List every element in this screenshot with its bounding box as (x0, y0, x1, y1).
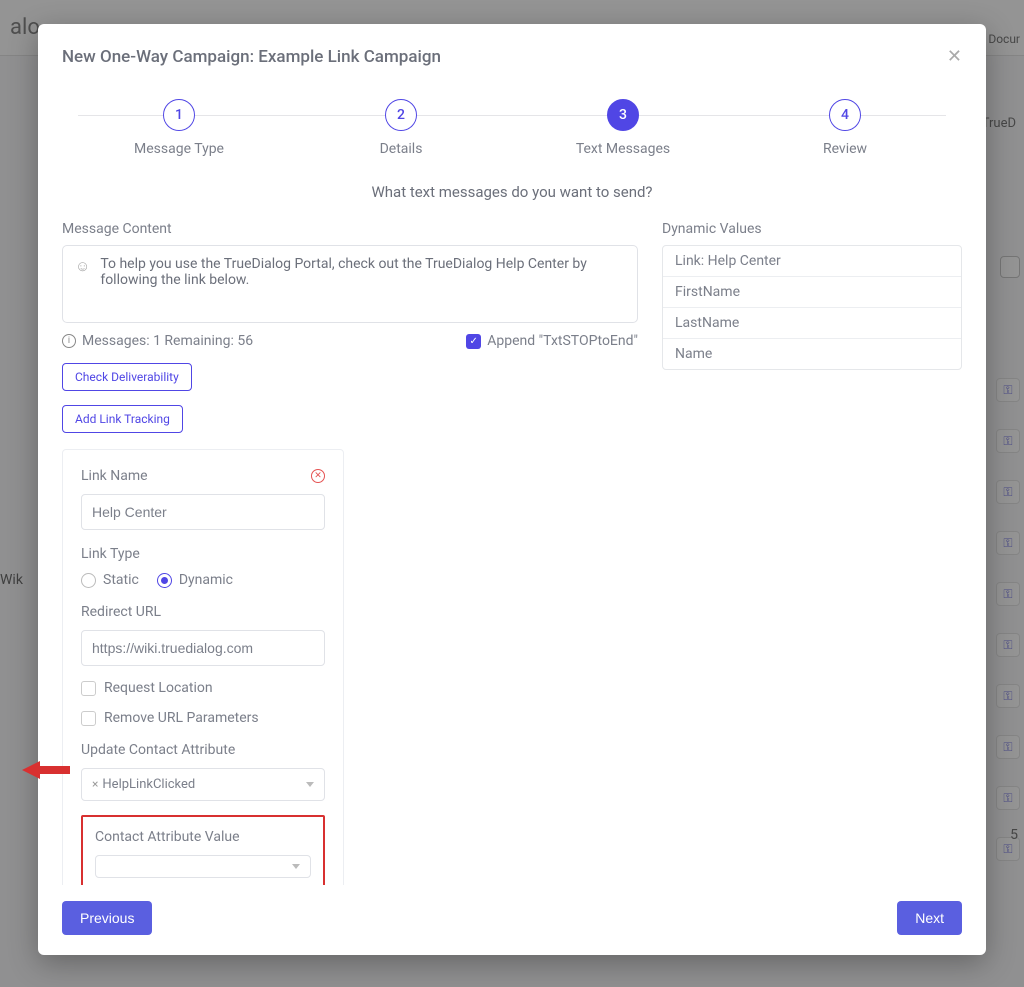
remove-link-icon[interactable]: ✕ (311, 469, 325, 483)
update-contact-attribute-select[interactable]: × HelpLinkClicked (81, 768, 325, 801)
modal-title: New One-Way Campaign: Example Link Campa… (62, 47, 441, 67)
dynamic-values-label: Dynamic Values (662, 221, 962, 237)
contact-attribute-value-select[interactable] (95, 855, 311, 878)
link-type-label: Link Type (81, 546, 325, 562)
radio-static[interactable]: Static (81, 572, 139, 588)
checkbox-label: Remove URL Parameters (104, 710, 259, 726)
annotation-arrow-icon (22, 759, 70, 781)
step-number: 4 (829, 99, 861, 131)
step-number: 3 (607, 99, 639, 131)
step-message-type[interactable]: 1 Message Type (68, 99, 290, 157)
redirect-url-label: Redirect URL (81, 604, 325, 620)
chevron-down-icon (292, 864, 300, 869)
step-text-messages[interactable]: 3 Text Messages (512, 99, 734, 157)
dynamic-value-item[interactable]: Name (663, 339, 961, 369)
checkbox-label: Request Location (104, 680, 213, 696)
previous-button[interactable]: Previous (62, 901, 152, 935)
add-link-tracking-button[interactable]: Add Link Tracking (62, 405, 183, 433)
step-label: Review (823, 141, 867, 157)
close-icon[interactable]: ✕ (947, 46, 962, 67)
redirect-url-input[interactable] (81, 630, 325, 666)
radio-label: Static (103, 572, 139, 588)
step-label: Details (380, 141, 423, 157)
append-checkbox-row[interactable]: ✓ Append "TxtSTOPtoEnd" (466, 333, 638, 349)
step-number: 1 (163, 99, 195, 131)
checkbox-empty-icon (81, 681, 96, 696)
step-number: 2 (385, 99, 417, 131)
modal-subtitle: What text messages do you want to send? (38, 157, 986, 221)
next-button[interactable]: Next (897, 901, 962, 935)
contact-attribute-value-label: Contact Attribute Value (95, 829, 311, 845)
dynamic-value-item[interactable]: FirstName (663, 277, 961, 308)
contact-attribute-value-highlight: Contact Attribute Value (81, 815, 325, 885)
dynamic-value-item[interactable]: Link: Help Center (663, 246, 961, 277)
select-value: HelpLinkClicked (102, 777, 195, 792)
clear-tag-icon[interactable]: × (92, 777, 98, 791)
link-name-label: Link Name (81, 468, 148, 484)
remove-url-params-checkbox[interactable]: Remove URL Parameters (81, 710, 325, 726)
campaign-modal: New One-Way Campaign: Example Link Campa… (38, 24, 986, 955)
message-text: To help you use the TrueDialog Portal, c… (100, 256, 625, 288)
update-contact-attribute-label: Update Contact Attribute (81, 742, 325, 758)
message-textarea[interactable]: ☺ To help you use the TrueDialog Portal,… (62, 245, 638, 323)
checkbox-checked-icon[interactable]: ✓ (466, 334, 481, 349)
radio-icon (81, 573, 96, 588)
step-label: Text Messages (576, 141, 670, 157)
step-label: Message Type (134, 141, 224, 157)
link-tracking-panel: Link Name ✕ Link Type Static Dynamic (62, 449, 344, 885)
info-icon: i (62, 334, 76, 348)
dynamic-values-list: Link: Help Center FirstName LastName Nam… (662, 245, 962, 370)
append-label: Append "TxtSTOPtoEnd" (487, 333, 638, 349)
message-counter: Messages: 1 Remaining: 56 (82, 333, 253, 349)
step-details[interactable]: 2 Details (290, 99, 512, 157)
chevron-down-icon (306, 782, 314, 787)
emoji-icon[interactable]: ☺ (75, 257, 90, 275)
step-review[interactable]: 4 Review (734, 99, 956, 157)
radio-label: Dynamic (179, 572, 233, 588)
link-name-input[interactable] (81, 494, 325, 530)
check-deliverability-button[interactable]: Check Deliverability (62, 363, 192, 391)
wizard-stepper: 1 Message Type 2 Details 3 Text Messages… (38, 85, 986, 157)
radio-icon (157, 573, 172, 588)
radio-dynamic[interactable]: Dynamic (157, 572, 233, 588)
checkbox-empty-icon (81, 711, 96, 726)
request-location-checkbox[interactable]: Request Location (81, 680, 325, 696)
dynamic-value-item[interactable]: LastName (663, 308, 961, 339)
message-content-label: Message Content (62, 221, 638, 237)
